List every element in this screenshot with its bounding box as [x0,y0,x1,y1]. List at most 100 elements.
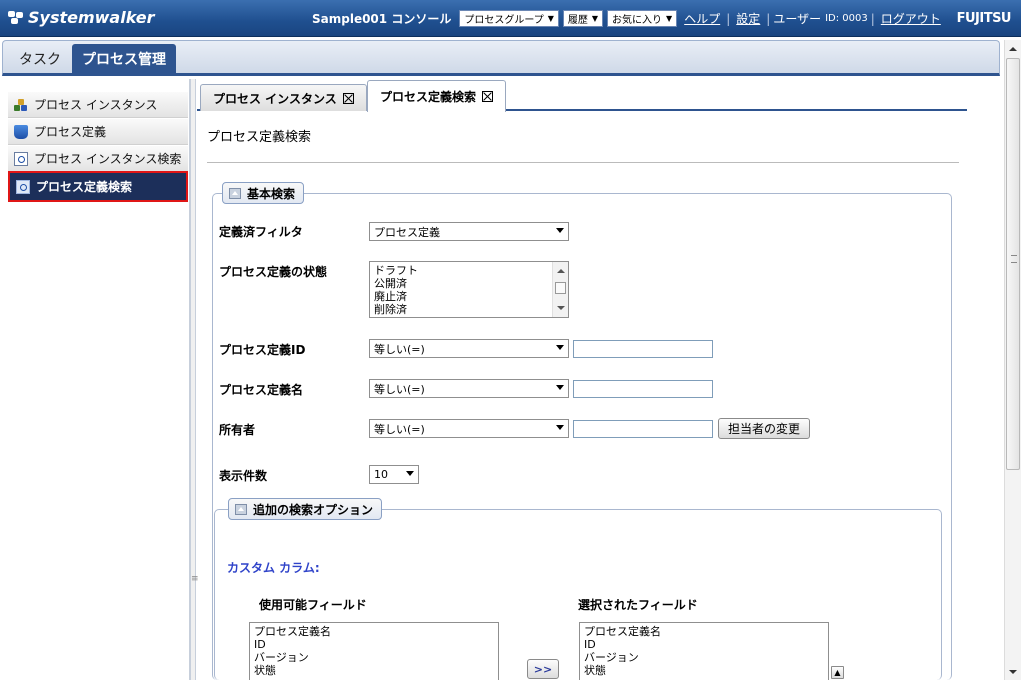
move-top-button[interactable]: ▲ [831,666,844,679]
filter-select[interactable]: プロセス定義 [369,222,569,241]
list-item[interactable]: 状態 [584,664,824,677]
sidebar-splitter[interactable]: ≡ [190,79,199,680]
owner-label: 所有者 [219,423,256,437]
chevron-down-icon [556,345,564,350]
content-tab-bar: プロセス インスタンス プロセス定義検索 [197,80,967,112]
sidebar-item-label: プロセス インスタンス [34,98,158,112]
add-field-button[interactable]: >> [527,659,559,679]
tab-label: プロセス インスタンス [213,91,337,106]
extra-options-legend: 追加の検索オプション [253,502,374,517]
history-dropdown[interactable]: 履歴 ▼ [562,10,604,27]
logo-mark-icon [8,10,24,25]
collapse-icon [229,187,241,199]
header-divider: | [870,11,875,26]
user-id: ID: 0003 [825,13,868,24]
custom-columns-label: カスタム カラム: [227,561,320,575]
selected-fields-title: 選択されたフィールド [578,598,698,612]
filter-label: 定義済フィルタ [219,225,303,239]
listbox-scrollbar[interactable] [552,262,568,317]
count-select[interactable]: 10 [369,465,419,484]
logout-link[interactable]: ログアウト [881,10,941,27]
tab-process-management[interactable]: プロセス管理 [72,44,176,74]
chevron-down-icon: ▼ [666,14,673,23]
main-tab-bar: タスク プロセス管理 [2,40,1000,76]
process-instances-icon [14,98,28,112]
list-item[interactable]: ID [584,638,824,651]
move-to-top-icon: ▲ [834,668,841,677]
tab-task[interactable]: タスク [11,44,69,74]
tab-process-instances[interactable]: プロセス インスタンス [200,84,367,111]
owner-operator-select[interactable]: 等しい(=) [369,419,569,438]
page-scrollbar[interactable] [1004,40,1021,680]
header-divider: | [766,11,771,26]
list-item[interactable]: 廃止済 [374,290,564,303]
scroll-thumb[interactable] [555,282,566,294]
list-item[interactable]: 公開済 [374,277,564,290]
fujitsu-logo: FUJITSU [956,11,1012,26]
close-icon[interactable] [342,92,354,104]
scroll-down-icon [557,306,565,310]
process-group-dropdown[interactable]: プロセスグループ ▼ [459,10,559,27]
scroll-grip-icon [1011,255,1017,263]
def-id-input[interactable] [573,340,713,358]
sidebar-item-label: プロセス インスタンス検索 [34,152,182,166]
list-item[interactable]: ドラフト [374,264,564,277]
page-title: プロセス定義検索 [207,130,312,145]
user-label: ユーザー [773,12,822,26]
systemwalker-logo: Systemwalker [8,8,155,27]
def-name-operator-select[interactable]: 等しい(=) [369,379,569,398]
collapse-icon [235,503,247,515]
owner-input[interactable] [573,420,713,438]
def-id-operator-select[interactable]: 等しい(=) [369,339,569,358]
def-name-input[interactable] [573,380,713,398]
chevron-down-icon [556,385,564,390]
sidebar-item-label: プロセス定義検索 [36,180,133,194]
scroll-down-icon[interactable] [1009,670,1017,674]
extra-options-toggle[interactable]: 追加の検索オプション [228,498,383,520]
chevron-down-icon [556,228,564,233]
sidebar-item-process-instances[interactable]: プロセス インスタンス [8,92,188,118]
list-item[interactable]: バージョン [584,651,824,664]
chevron-down-icon [406,471,414,476]
basic-search-legend: 基本検索 [247,186,296,201]
sidebar-item-label: プロセス定義 [34,125,107,139]
settings-link[interactable]: 設定 [736,10,760,27]
chevron-down-icon: ▼ [547,14,554,23]
list-item[interactable]: プロセス定義名 [254,625,494,638]
chevron-down-icon: ▼ [591,14,599,23]
sidebar-item-process-definition-search[interactable]: プロセス定義検索 [8,171,188,202]
splitter-grip-icon: ≡ [191,574,199,584]
state-label: プロセス定義の状態 [219,265,328,279]
count-label: 表示件数 [219,469,268,483]
list-item[interactable]: 状態 [254,664,494,677]
favorites-dropdown[interactable]: お気に入り ▼ [607,10,678,27]
scroll-up-icon [557,269,565,273]
selected-fields-listbox[interactable]: プロセス定義名 ID バージョン 状態 [579,622,829,680]
close-icon[interactable] [482,91,494,102]
list-item[interactable]: プロセス定義名 [584,625,824,638]
list-item[interactable]: ID [254,638,494,651]
scroll-thumb[interactable] [1006,58,1020,470]
logo-text: Systemwalker [28,8,155,27]
sidebar-item-process-instance-search[interactable]: プロセス インスタンス検索 [8,146,188,172]
list-item[interactable]: バージョン [254,651,494,664]
state-listbox[interactable]: ドラフト 公開済 廃止済 削除済 [369,261,569,318]
change-assignee-button[interactable]: 担当者の変更 [718,418,810,439]
tab-process-definition-search[interactable]: プロセス定義検索 [367,80,507,112]
help-link[interactable]: ヘルプ [684,10,720,27]
sidebar: プロセス インスタンス プロセス定義 プロセス インスタンス検索 プロセス定義検… [2,79,190,680]
basic-search-toggle[interactable]: 基本検索 [222,182,305,204]
search-page-icon [16,179,30,194]
top-header: Systemwalker Sample001 コンソール プロセスグループ ▼ 履… [0,0,1021,37]
sidebar-item-process-definition[interactable]: プロセス定義 [8,119,188,145]
header-divider: | [726,11,731,26]
scroll-up-icon[interactable] [1009,47,1017,51]
chevron-down-icon [556,425,564,430]
list-item[interactable]: 削除済 [374,303,564,316]
console-name: Sample001 コンソール [312,12,452,26]
available-fields-listbox[interactable]: プロセス定義名 ID バージョン 状態 [249,622,499,680]
search-page-icon [14,151,28,166]
tab-label: プロセス定義検索 [380,90,477,104]
def-id-label: プロセス定義ID [219,343,306,357]
divider [207,162,959,163]
